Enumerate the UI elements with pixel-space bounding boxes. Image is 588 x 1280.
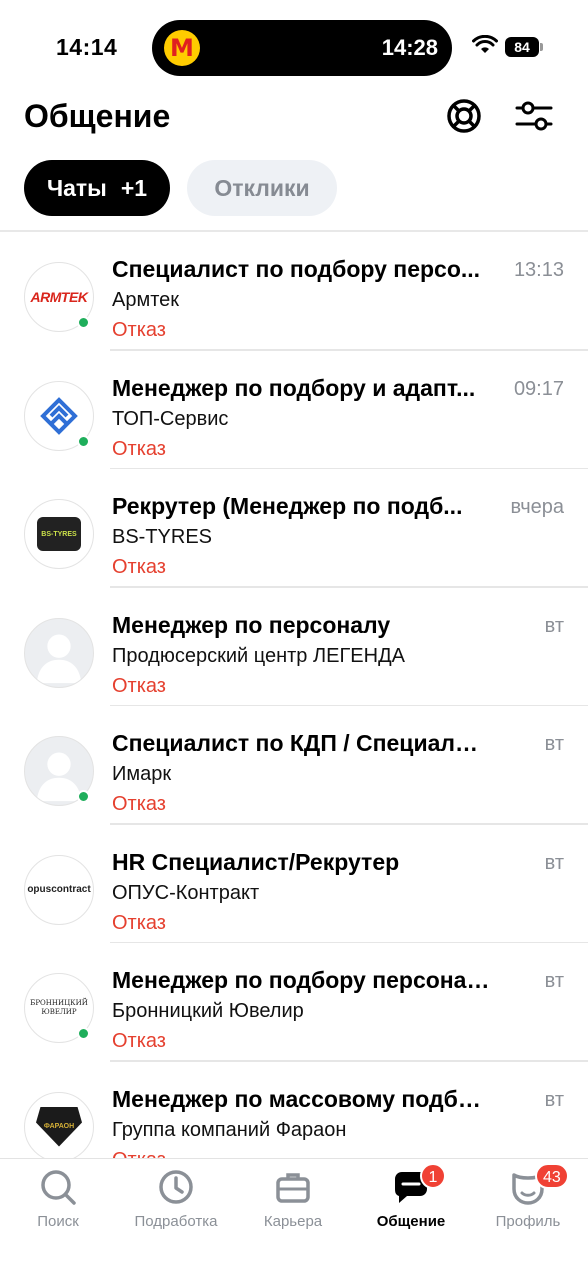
company-avatar: BS-TYRES — [24, 499, 94, 569]
search-icon — [41, 1170, 76, 1205]
bs-tyres-logo: BS-TYRES — [37, 517, 81, 551]
vacancy-title: Рекрутер (Менеджер по подб... — [112, 493, 463, 519]
chat-item[interactable]: ФАРАОН Менеджер по массовому подбор... в… — [0, 1062, 588, 1159]
message-time: вт — [544, 1088, 564, 1111]
chat-item[interactable]: Менеджер по персоналу вт Продюсерский це… — [0, 588, 588, 707]
nav-career[interactable]: Карьера — [238, 1167, 348, 1230]
company-name: BS-TYRES — [112, 526, 213, 548]
company-name: Группа компаний Фараон — [112, 1118, 347, 1141]
tab-responses[interactable]: Отклики — [187, 160, 337, 216]
support-button[interactable] — [444, 96, 484, 136]
tab-chats-count: +1 — [120, 174, 148, 201]
vacancy-title: Специалист по подбору персо... — [112, 256, 481, 282]
lifebuoy-icon — [447, 99, 481, 133]
status-time: 14:14 — [56, 34, 118, 60]
filter-button[interactable] — [514, 96, 554, 136]
nav-messages-label: Общение — [376, 1213, 446, 1230]
application-status: Отказ — [112, 437, 166, 460]
vacancy-title: Специалист по КДП / Специалист... — [112, 730, 492, 756]
tab-chats[interactable]: Чаты +1 — [24, 160, 170, 216]
dynamic-island: M 14:28 — [152, 20, 452, 76]
chat-item[interactable]: БРОННИЦКИЙ ЮВЕЛИР Менеджер по подбору пе… — [0, 943, 588, 1062]
application-status: Отказ — [112, 319, 166, 341]
clock-icon — [159, 1170, 193, 1204]
island-time: 14:28 — [381, 35, 438, 60]
online-indicator — [77, 316, 90, 329]
nav-search-label: Поиск — [37, 1213, 79, 1230]
sliders-icon — [515, 101, 553, 131]
chat-item[interactable]: Специалист по КДП / Специалист... вт Има… — [0, 706, 588, 825]
faraon-logo: ФАРАОН — [36, 1106, 82, 1147]
application-status: Отказ — [112, 556, 166, 578]
online-indicator — [77, 434, 90, 448]
top-service-logo-icon — [40, 396, 78, 435]
nav-profile[interactable]: 43 Профиль — [473, 1163, 583, 1230]
nav-search[interactable]: Поиск — [3, 1167, 113, 1230]
vacancy-title: Менеджер по подбору персонала — [112, 967, 492, 993]
message-time: вт — [544, 733, 564, 755]
company-name: Продюсерский центр ЛЕГЕНДА — [112, 644, 405, 667]
chat-item[interactable]: Менеджер по подбору и адапт... 09:17 ТОП… — [0, 351, 588, 470]
message-time: 13:13 — [513, 259, 564, 281]
company-avatar — [24, 617, 94, 688]
message-time: вт — [544, 851, 564, 874]
application-status: Отказ — [112, 911, 166, 934]
battery-tip — [540, 43, 543, 51]
company-name: ОПУС-Контракт — [112, 881, 260, 904]
online-indicator — [77, 790, 90, 803]
nav-messages[interactable]: 1 Общение — [356, 1163, 466, 1230]
nav-career-label: Карьера — [263, 1213, 323, 1230]
profile-badge: 43 — [535, 1163, 569, 1189]
company-name: Имарк — [112, 763, 172, 785]
battery-indicator: 84 — [505, 37, 539, 57]
app-logo-icon: M — [164, 30, 200, 66]
chat-item[interactable]: opuscontract HR Специалист/Рекрутер вт О… — [0, 825, 588, 944]
message-time: вт — [544, 970, 564, 992]
vacancy-title: HR Специалист/Рекрутер — [112, 848, 400, 875]
company-name: ТОП-Сервис — [112, 407, 229, 430]
vacancy-title: Менеджер по персоналу — [112, 611, 391, 638]
messages-badge: 1 — [420, 1163, 446, 1189]
online-indicator — [77, 1027, 90, 1040]
vacancy-title: Менеджер по массовому подбор... — [112, 1085, 492, 1112]
wifi-icon — [472, 35, 498, 53]
chat-item[interactable]: ARMTEK Специалист по подбору персо... 13… — [0, 232, 588, 351]
default-avatar-icon — [36, 634, 82, 683]
application-status: Отказ — [112, 674, 166, 697]
message-time: вт — [544, 614, 564, 637]
application-status: Отказ — [112, 1146, 166, 1159]
chat-item[interactable]: BS-TYRES Рекрутер (Менеджер по подб... в… — [0, 469, 588, 588]
message-time: вчера — [510, 496, 564, 518]
armtek-logo: ARMTEK — [30, 289, 88, 305]
bronnitsky-logo: БРОННИЦКИЙ ЮВЕЛИР — [30, 999, 88, 1016]
status-bar: 14:14 M 14:28 84 — [0, 0, 588, 92]
message-time: 09:17 — [513, 377, 564, 400]
bottom-nav: Поиск Подработка Карьера 1 Общение 43 Пр… — [0, 1158, 588, 1280]
company-avatar: ФАРАОН — [24, 1091, 94, 1158]
nav-side-jobs-label: Подработка — [134, 1213, 218, 1230]
tab-responses-label: Отклики — [214, 174, 310, 201]
application-status: Отказ — [112, 793, 166, 815]
nav-profile-label: Профиль — [495, 1213, 561, 1230]
opuscontract-logo: opuscontract — [27, 884, 91, 895]
vacancy-title: Менеджер по подбору и адапт... — [112, 374, 476, 401]
chat-list[interactable]: ARMTEK Специалист по подбору персо... 13… — [0, 230, 588, 1158]
page-title: Общение — [24, 98, 171, 134]
company-name: Бронницкий Ювелир — [112, 1000, 304, 1022]
tab-chats-label: Чаты — [46, 174, 107, 201]
company-name: Армтек — [112, 289, 180, 311]
nav-side-jobs[interactable]: Подработка — [121, 1167, 231, 1230]
application-status: Отказ — [112, 1030, 166, 1052]
briefcase-icon — [276, 1173, 310, 1203]
company-avatar: opuscontract — [24, 854, 94, 925]
